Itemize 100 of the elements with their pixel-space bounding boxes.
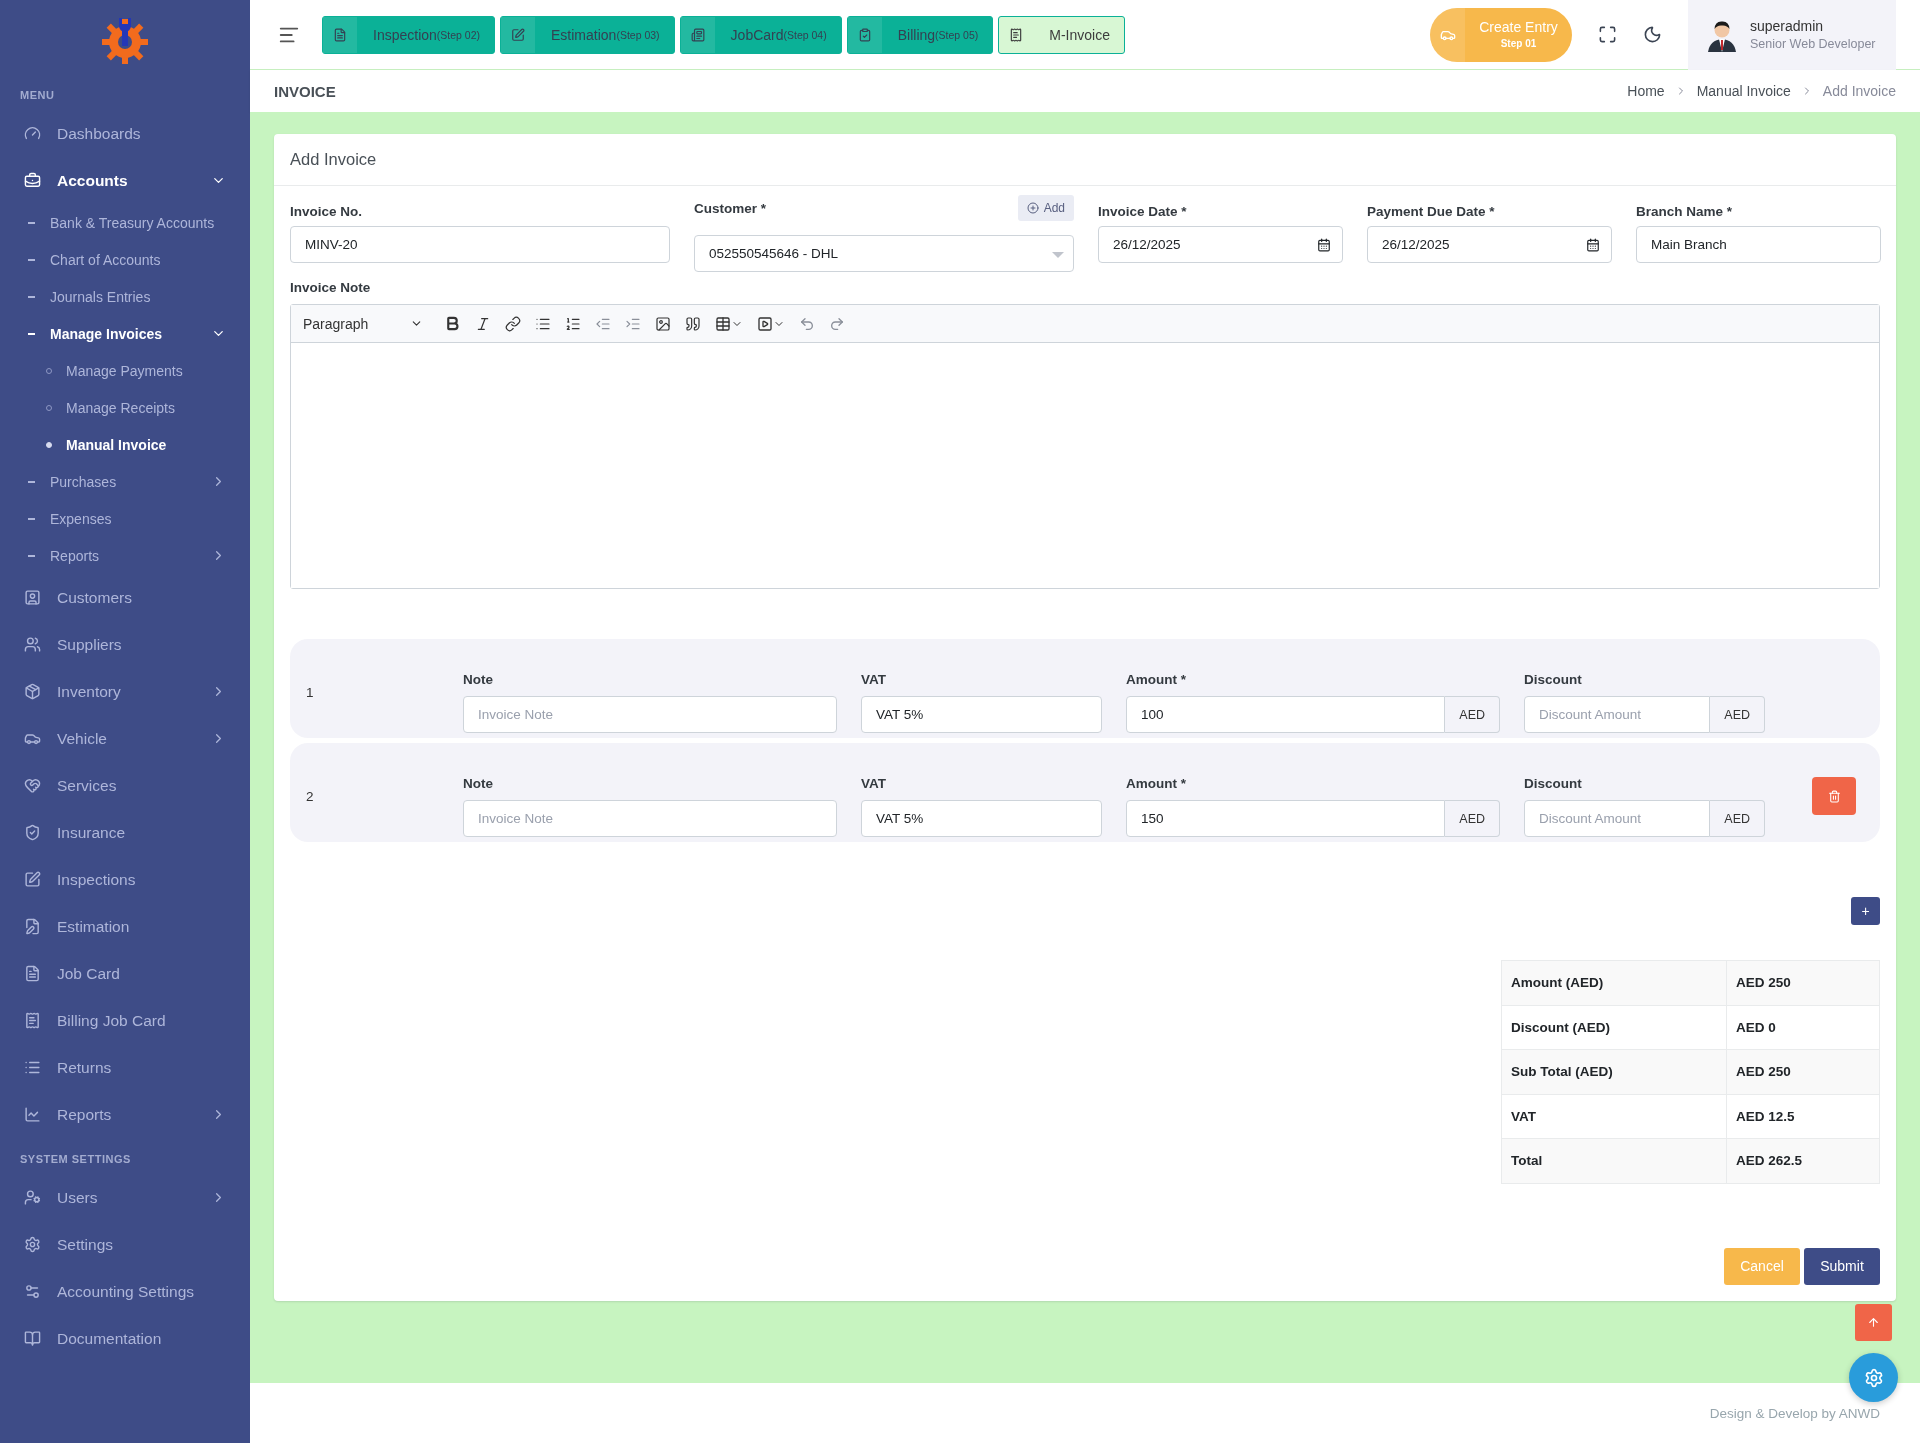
- sidebar-item[interactable]: Accounting Settings: [0, 1268, 250, 1315]
- sidebar-item[interactable]: Expenses: [0, 500, 250, 537]
- receipt-icon: [24, 1012, 41, 1029]
- date-field[interactable]: 26/12/2025: [1098, 226, 1343, 263]
- dash-icon: [28, 517, 35, 520]
- step-tab[interactable]: JobCard(Step 04): [679, 15, 842, 54]
- date-field[interactable]: 26/12/2025: [1367, 226, 1612, 263]
- sidebar-item[interactable]: Customers: [0, 574, 250, 621]
- table-cell: Sub Total (AED): [1501, 1049, 1727, 1094]
- receipt-icon: [1009, 27, 1024, 42]
- sidebar-item[interactable]: Accounts: [0, 157, 250, 204]
- submit-button[interactable]: Submit: [1804, 1247, 1880, 1285]
- step-tab[interactable]: M-Invoice: [998, 15, 1125, 54]
- moon-icon[interactable]: [1643, 25, 1662, 44]
- breadcrumb-link[interactable]: Manual Invoice: [1696, 83, 1791, 99]
- sidebar-item[interactable]: Documentation: [0, 1315, 250, 1362]
- dash-icon: [28, 480, 35, 483]
- card-title: Add Invoice: [274, 134, 1896, 186]
- clipboard-check-icon: [857, 27, 872, 42]
- plus-circle-icon: [1026, 202, 1039, 214]
- book-icon: [24, 1330, 41, 1347]
- file-edit-icon: [24, 918, 41, 935]
- sidebar-item[interactable]: Billing Job Card: [0, 997, 250, 1044]
- table-cell: AED 250: [1726, 960, 1880, 1005]
- user-role: Senior Web Developer: [1750, 37, 1876, 51]
- text-field[interactable]: VAT 5%: [861, 800, 1102, 837]
- input-field[interactable]: Invoice Note: [463, 696, 837, 733]
- arrow-up-icon: [1867, 1316, 1880, 1329]
- paragraph-dropdown[interactable]: Paragraph: [299, 315, 427, 332]
- sidebar-item[interactable]: Chart of Accounts: [0, 241, 250, 278]
- text-field[interactable]: 150: [1126, 800, 1446, 837]
- sidebar-item[interactable]: Suppliers: [0, 621, 250, 668]
- settings-icon: [1863, 1367, 1884, 1388]
- sidebar-item[interactable]: Manual Invoice: [0, 426, 250, 463]
- row-number: 1: [306, 683, 315, 700]
- field-label: Amount *: [1126, 775, 1186, 791]
- input-field[interactable]: Discount Amount: [1524, 800, 1711, 837]
- edit-icon: [24, 871, 41, 888]
- redo-icon: [829, 315, 845, 332]
- briefcase-icon: [24, 172, 41, 189]
- table-cell: AED 262.5: [1726, 1138, 1880, 1183]
- text-field[interactable]: Main Branch: [1636, 226, 1881, 263]
- step-tab[interactable]: Inspection(Step 02): [322, 15, 496, 54]
- sidebar-item[interactable]: Inspections: [0, 856, 250, 903]
- field-label: Discount: [1524, 775, 1582, 791]
- customer-select[interactable]: 052550545646 - DHL: [694, 235, 1074, 272]
- user-name: superadmin: [1750, 18, 1825, 34]
- rich-text-editor[interactable]: Paragraph: [290, 304, 1880, 589]
- sidebar-item[interactable]: Vehicle: [0, 715, 250, 762]
- breadcrumb-link[interactable]: Home: [1627, 83, 1665, 99]
- sidebar-item[interactable]: Manage Receipts: [0, 389, 250, 426]
- sidebar-item[interactable]: Users: [0, 1174, 250, 1221]
- shield-icon: [24, 824, 41, 841]
- section-title: MENU: [19, 88, 56, 103]
- delete-button[interactable]: [1812, 777, 1856, 815]
- gauge-icon: [24, 125, 41, 142]
- contact-card-icon: [24, 589, 41, 606]
- sidebar-item[interactable]: Reports: [0, 1091, 250, 1138]
- currency-addon: AED: [1710, 800, 1765, 837]
- list-icon: [24, 1059, 41, 1076]
- undo-icon: [799, 315, 815, 332]
- table-cell: Amount (AED): [1501, 960, 1727, 1005]
- link-icon: [505, 315, 521, 332]
- step-tab[interactable]: Estimation(Step 03): [500, 15, 675, 54]
- dash-icon: [28, 258, 35, 261]
- sidebar-item[interactable]: Services: [0, 762, 250, 809]
- dash-icon: [28, 554, 35, 557]
- dash-icon: [28, 221, 35, 224]
- sidebar-item[interactable]: Manage Payments: [0, 352, 250, 389]
- step-tab[interactable]: Billing(Step 05): [846, 15, 994, 54]
- currency-addon: AED: [1445, 696, 1500, 733]
- currency-addon: AED: [1445, 800, 1500, 837]
- sidebar-item[interactable]: Job Card: [0, 950, 250, 997]
- text-field[interactable]: MINV-20: [290, 226, 670, 263]
- sidebar-item[interactable]: Journals Entries: [0, 278, 250, 315]
- sidebar-item[interactable]: Returns: [0, 1044, 250, 1091]
- text-field[interactable]: VAT 5%: [861, 696, 1102, 733]
- add-row-button[interactable]: +: [1851, 897, 1880, 925]
- sidebar-item[interactable]: Estimation: [0, 903, 250, 950]
- add-button[interactable]: Add: [1017, 195, 1074, 221]
- fullscreen-icon[interactable]: [1598, 25, 1617, 44]
- sidebar-item[interactable]: Settings: [0, 1221, 250, 1268]
- sidebar-item[interactable]: Purchases: [0, 463, 250, 500]
- sidebar-item[interactable]: Reports: [0, 537, 250, 574]
- sidebar-item[interactable]: Bank & Treasury Accounts: [0, 204, 250, 241]
- text-field[interactable]: 100: [1126, 696, 1446, 733]
- input-field[interactable]: Discount Amount: [1524, 696, 1711, 733]
- gear-wrench-logo: [101, 16, 149, 64]
- field-label: Customer *: [694, 200, 766, 216]
- field-label: Invoice No.: [290, 203, 362, 219]
- edit-icon: [511, 27, 526, 42]
- sidebar-item[interactable]: Insurance: [0, 809, 250, 856]
- sidebar-item[interactable]: Inventory: [0, 668, 250, 715]
- field-label: Invoice Date *: [1098, 203, 1187, 219]
- italic-icon: [475, 315, 491, 332]
- table-cell: AED 250: [1726, 1049, 1880, 1094]
- sidebar-item[interactable]: Dashboards: [0, 110, 250, 157]
- input-field[interactable]: Invoice Note: [463, 800, 837, 837]
- sidebar-item[interactable]: Manage Invoices: [0, 315, 250, 352]
- newspaper-icon: [690, 27, 705, 42]
